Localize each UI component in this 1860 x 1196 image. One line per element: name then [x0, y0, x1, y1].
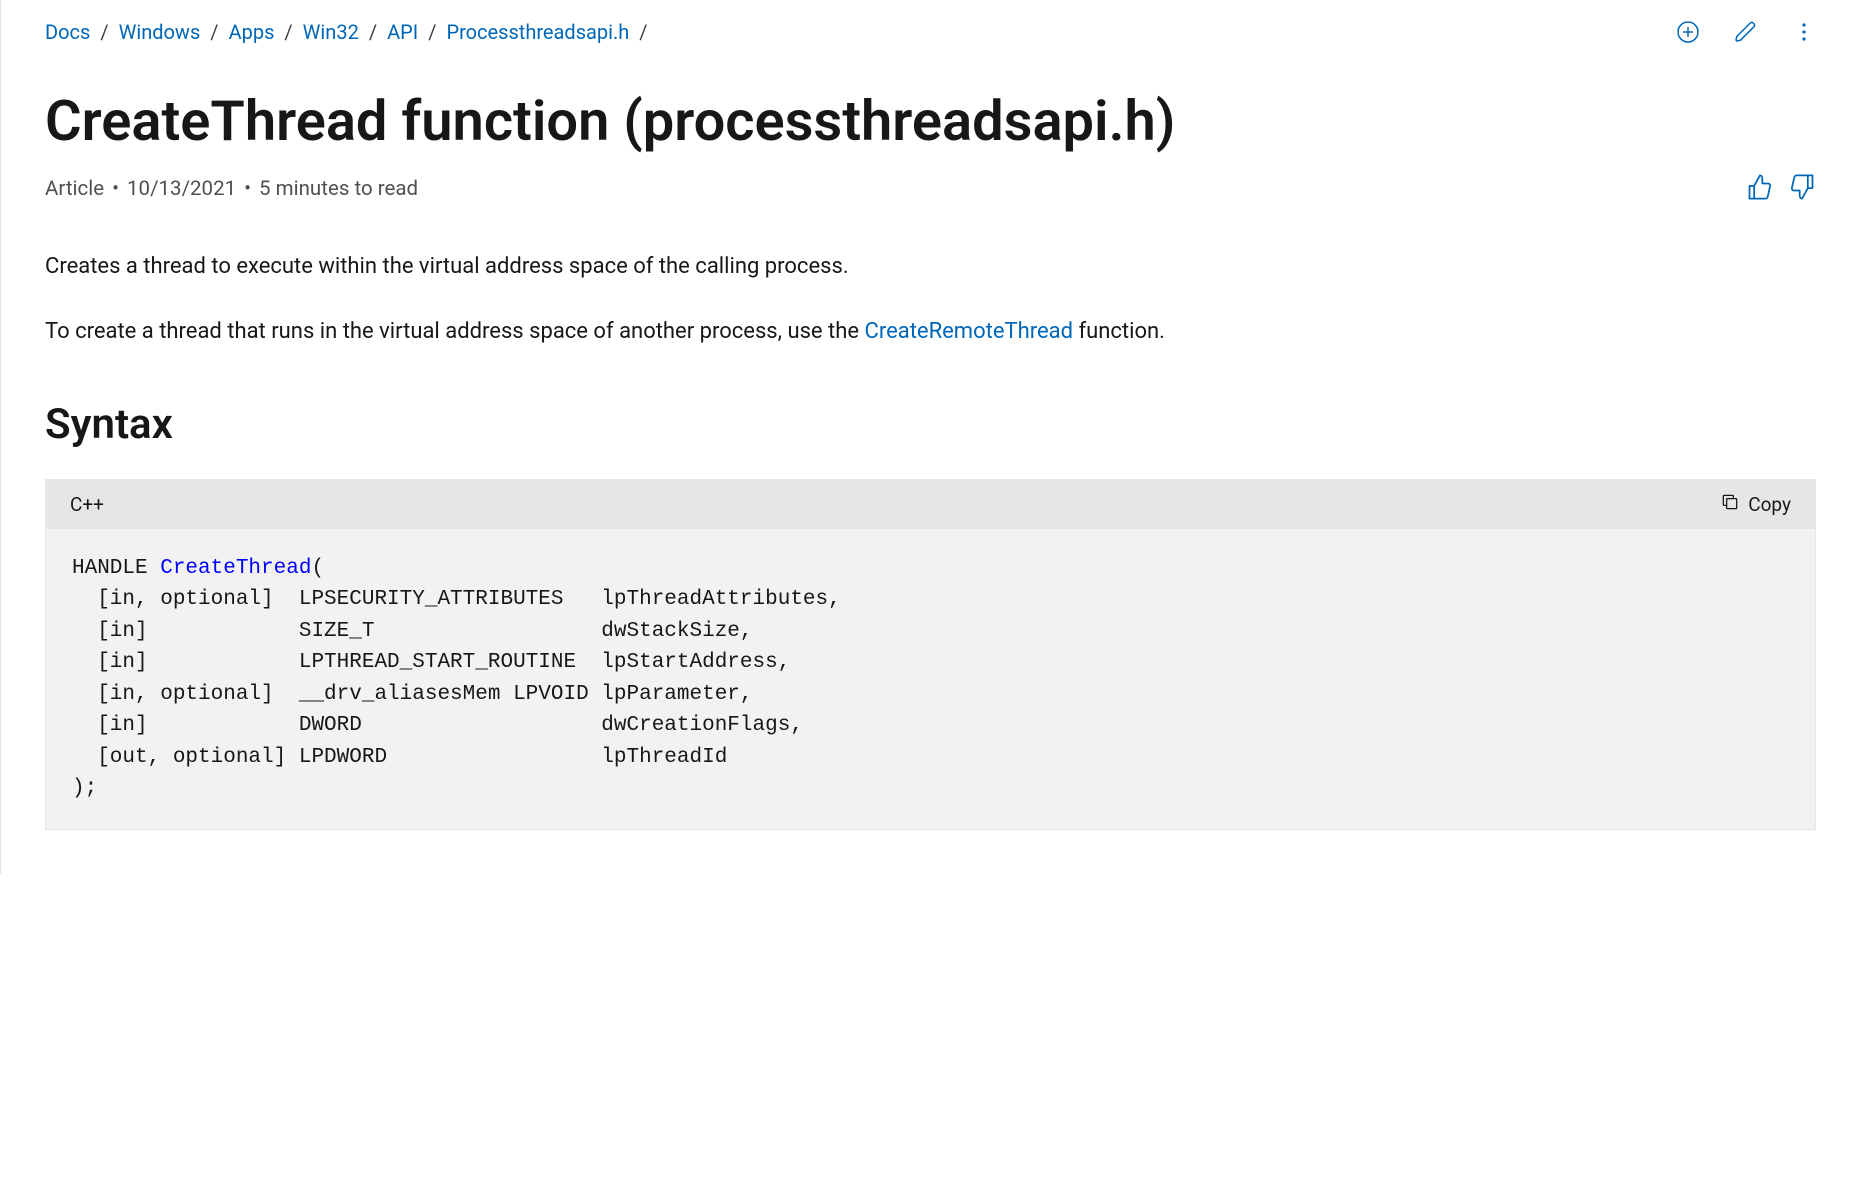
thumbs-down-icon[interactable] — [1788, 173, 1816, 205]
meta-date: 10/13/2021 — [127, 177, 236, 201]
link-createremotethread[interactable]: CreateRemoteThread — [865, 319, 1074, 344]
syntax-heading: Syntax — [45, 400, 1816, 449]
page-title: CreateThread function (processthreadsapi… — [45, 88, 1816, 155]
code-header: C++ Copy — [46, 480, 1815, 529]
breadcrumb-link-docs[interactable]: Docs — [45, 20, 90, 44]
copy-icon — [1720, 492, 1740, 517]
code-function-name: CreateThread — [160, 557, 311, 580]
breadcrumb-sep: / — [100, 20, 108, 44]
topbar: Docs / Windows / Apps / Win32 / API / Process… — [45, 20, 1816, 44]
meta-readtime: 5 minutes to read — [259, 177, 418, 201]
add-icon[interactable] — [1676, 20, 1700, 44]
breadcrumb-sep: / — [210, 20, 218, 44]
meta-row: Article•10/13/2021•5 minutes to read — [45, 173, 1816, 205]
more-icon[interactable] — [1792, 20, 1816, 44]
breadcrumb-link-apps[interactable]: Apps — [229, 20, 275, 44]
intro-paragraph-2: To create a thread that runs in the virt… — [45, 314, 1816, 349]
breadcrumb-link-windows[interactable]: Windows — [119, 20, 201, 44]
breadcrumb-sep: / — [369, 20, 377, 44]
breadcrumb-sep: / — [428, 20, 436, 44]
breadcrumb-link-api[interactable]: API — [387, 20, 418, 44]
copy-label: Copy — [1748, 493, 1791, 516]
action-icons — [1676, 20, 1816, 44]
feedback-icons — [1746, 173, 1816, 205]
code-content[interactable]: HANDLE CreateThread( [in, optional] LPSE… — [46, 529, 1815, 829]
thumbs-up-icon[interactable] — [1746, 173, 1774, 205]
code-language-label: C++ — [70, 493, 104, 516]
breadcrumb: Docs / Windows / Apps / Win32 / API / Process… — [45, 20, 658, 44]
article-meta: Article•10/13/2021•5 minutes to read — [45, 177, 418, 201]
copy-button[interactable]: Copy — [1720, 492, 1791, 517]
meta-type: Article — [45, 177, 104, 201]
breadcrumb-sep: / — [284, 20, 292, 44]
breadcrumb-link-win32[interactable]: Win32 — [303, 20, 359, 44]
edit-icon[interactable] — [1734, 20, 1758, 44]
code-block: C++ Copy HANDLE CreateThread( [in, optio… — [45, 479, 1816, 830]
breadcrumb-sep: / — [639, 20, 647, 44]
intro-paragraph-1: Creates a thread to execute within the v… — [45, 249, 1816, 284]
breadcrumb-link-header[interactable]: Processthreadsapi.h — [446, 20, 629, 44]
